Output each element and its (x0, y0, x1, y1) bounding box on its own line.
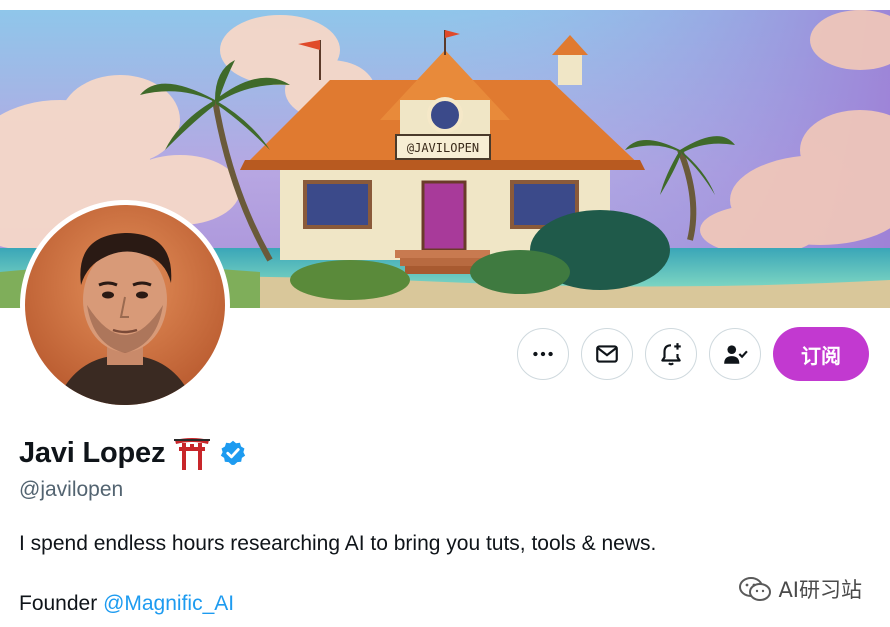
notify-button[interactable] (645, 328, 697, 380)
banner-sign-text: @JAVILOPEN (407, 141, 479, 155)
display-name: Javi Lopez (19, 436, 166, 469)
verified-badge-icon[interactable] (219, 439, 247, 467)
profile-avatar[interactable] (20, 200, 230, 410)
more-button[interactable] (517, 328, 569, 380)
mail-icon (596, 345, 618, 363)
person-check-icon (724, 345, 748, 364)
more-icon (533, 351, 553, 357)
profile-page: @JAVILOPEN 订阅 Javi Lopez @javilopen I sp… (0, 0, 890, 627)
user-handle: @javilopen (19, 478, 124, 501)
following-button[interactable] (709, 328, 761, 380)
avatar-image (25, 205, 225, 405)
top-strip (0, 0, 890, 10)
profile-bio: I spend endless hours researching AI to … (19, 532, 657, 555)
profile-name-row: Javi Lopez (19, 434, 247, 472)
wechat-icon (739, 577, 772, 601)
watermark-text: AI研习站 (778, 578, 862, 602)
founder-prefix: Founder (19, 592, 104, 615)
profile-actions: 订阅 (517, 327, 869, 381)
bell-plus-icon (661, 343, 681, 366)
subscribe-button[interactable]: 订阅 (773, 327, 869, 381)
founder-mention-link[interactable]: @Magnific_AI (103, 592, 234, 615)
watermark: AI研习站 (738, 574, 862, 604)
profile-founder-line: Founder @Magnific_AI (19, 592, 234, 616)
message-button[interactable] (581, 328, 633, 380)
torii-gate-icon (174, 438, 211, 470)
